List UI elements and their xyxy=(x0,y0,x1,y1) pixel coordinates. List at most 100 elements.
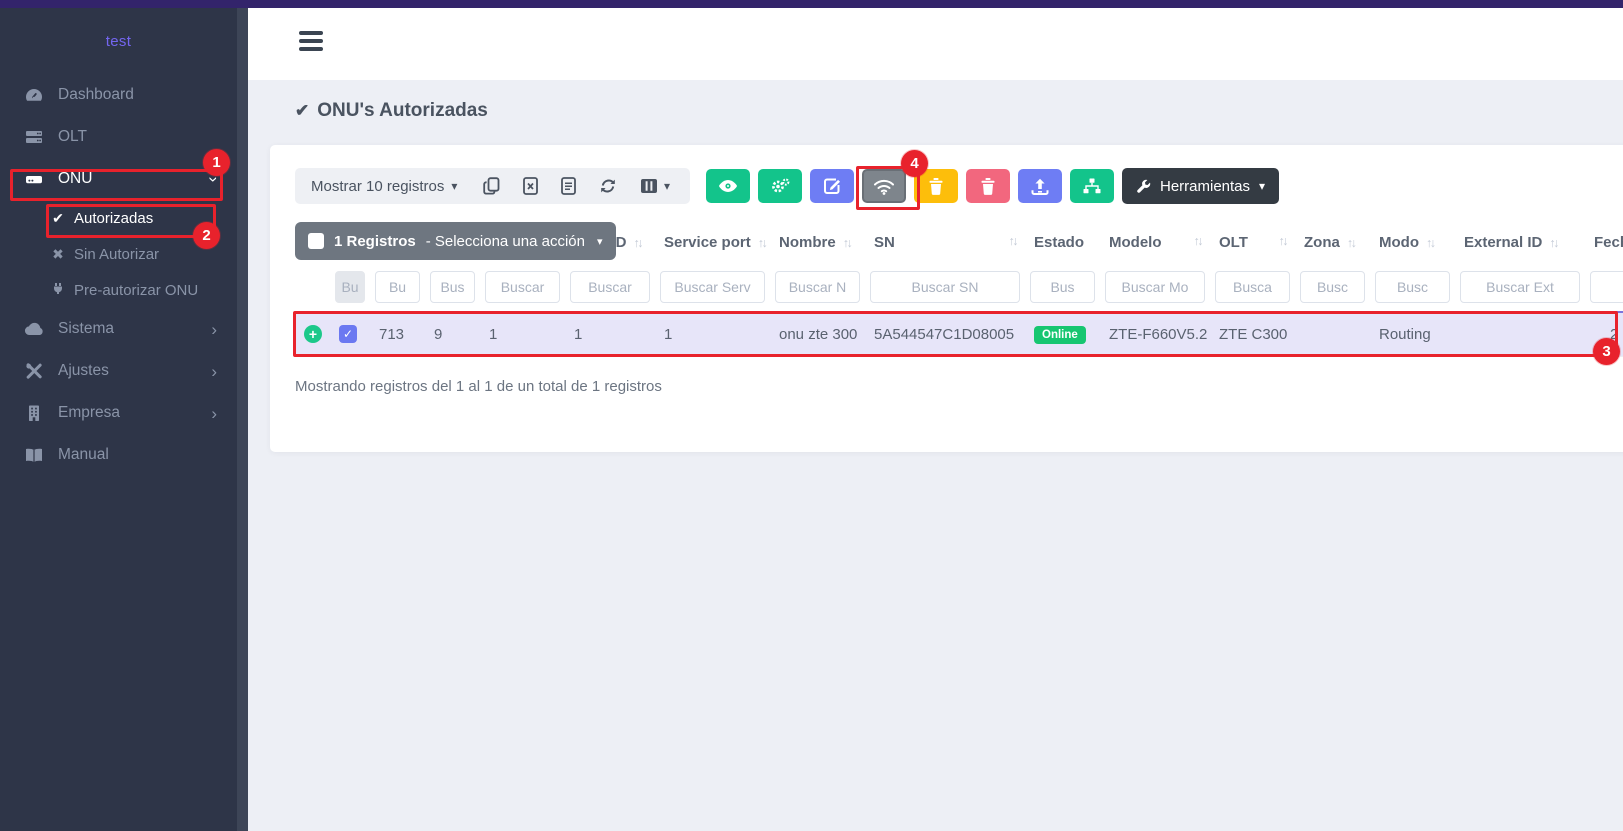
cell-estado: Online xyxy=(1025,312,1100,356)
cell-col3: 1 xyxy=(480,312,565,356)
sidebar-item-label: Sin Autorizar xyxy=(74,246,159,263)
edit-button[interactable] xyxy=(810,169,854,203)
export-excel-button[interactable] xyxy=(519,175,542,197)
copy-button[interactable] xyxy=(479,175,504,197)
sidebar-item-dashboard[interactable]: Dashboard xyxy=(0,74,237,116)
upload-button[interactable] xyxy=(1018,169,1062,203)
sidebar-item-olt[interactable]: OLT xyxy=(0,116,237,158)
tools-icon xyxy=(24,363,44,379)
wrench-icon xyxy=(1136,179,1151,194)
filter-input-modo[interactable] xyxy=(1375,271,1450,303)
sidebar: test Dashboard OLT ONU › ✔ Autorizadas ✖… xyxy=(0,8,237,831)
sidebar-item-label: Manual xyxy=(58,446,109,464)
topbar-accent-strip xyxy=(0,0,1623,8)
sidebar-item-manual[interactable]: Manual xyxy=(0,434,237,476)
cloud-icon xyxy=(24,322,44,336)
cell-onu-id: 1 xyxy=(565,312,655,356)
select-all-checkbox[interactable] xyxy=(308,233,324,249)
cell-modo: Routing xyxy=(1370,312,1455,356)
col-header-sn[interactable]: SN↑↓ xyxy=(865,222,1025,262)
col-header-estado[interactable]: Estado xyxy=(1025,222,1100,262)
sidebar-item-label: Ajustes xyxy=(58,362,109,380)
sidebar-item-label: OLT xyxy=(58,128,87,146)
chevron-right-icon: › xyxy=(211,321,217,338)
check-icon: ✔ xyxy=(50,210,66,227)
filter-input-nombre[interactable] xyxy=(775,271,860,303)
selection-action-dropdown[interactable]: 1 Registros - Selecciona una acción ▾ xyxy=(295,222,616,260)
file-text-icon xyxy=(561,177,576,195)
refresh-button[interactable] xyxy=(595,175,621,197)
filter-input-fecha[interactable] xyxy=(1590,271,1623,303)
filter-input-external-id[interactable] xyxy=(1460,271,1580,303)
filter-input-2[interactable] xyxy=(430,271,475,303)
row-checkbox[interactable]: ✓ xyxy=(339,325,357,343)
page-title: ✔ ONU's Autorizadas xyxy=(295,100,488,122)
delete-button[interactable] xyxy=(966,169,1010,203)
tools-dropdown-button[interactable]: Herramientas ▾ xyxy=(1122,168,1279,204)
settings-button[interactable] xyxy=(758,169,802,203)
columns-icon xyxy=(640,178,658,194)
brand-logo[interactable]: test xyxy=(0,8,237,74)
wifi-button[interactable] xyxy=(862,169,906,203)
soft-delete-button[interactable] xyxy=(914,169,958,203)
col-header-service-port[interactable]: Service port↑↓ xyxy=(655,222,770,262)
export-file-button[interactable] xyxy=(557,175,580,197)
col-header-zona[interactable]: Zona↑↓ xyxy=(1295,222,1370,262)
caret-down-icon: ▾ xyxy=(1259,180,1265,192)
sidebar-item-ajustes[interactable]: Ajustes › xyxy=(0,350,237,392)
col-header-modo[interactable]: Modo↑↓ xyxy=(1370,222,1455,262)
sidebar-item-onu[interactable]: ONU › xyxy=(0,158,237,200)
sidebar-item-empresa[interactable]: Empresa › xyxy=(0,392,237,434)
filter-input-sn[interactable] xyxy=(870,271,1020,303)
sidebar-item-sin-autorizar[interactable]: ✖ Sin Autorizar xyxy=(0,236,237,272)
menu-toggle-icon[interactable] xyxy=(299,31,325,57)
show-records-dropdown[interactable]: Mostrar 10 registros ▾ xyxy=(311,178,457,195)
cell-zona xyxy=(1295,312,1370,356)
view-button[interactable] xyxy=(706,169,750,203)
filter-input-modelo[interactable] xyxy=(1105,271,1205,303)
sidebar-item-sistema[interactable]: Sistema › xyxy=(0,308,237,350)
filter-input-service-port[interactable] xyxy=(660,271,765,303)
sidebar-item-label: Dashboard xyxy=(58,86,134,104)
selection-count: 1 Registros xyxy=(334,233,416,250)
edit-icon xyxy=(823,177,841,195)
filter-input-1[interactable] xyxy=(375,271,420,303)
table-row[interactable]: + ✓ 713 9 1 1 1 onu zte 300 5A544547C1D0… xyxy=(295,312,1623,356)
filter-input-zona[interactable] xyxy=(1300,271,1365,303)
expand-row-icon[interactable]: + xyxy=(304,325,322,343)
caret-down-icon: ▾ xyxy=(451,180,457,192)
sort-icon: ↑↓ xyxy=(1009,234,1017,248)
sidebar-item-autorizadas[interactable]: ✔ Autorizadas xyxy=(0,200,237,236)
filter-input-3[interactable] xyxy=(485,271,560,303)
eye-icon xyxy=(718,178,738,194)
hdd-icon xyxy=(24,171,44,187)
sidebar-item-pre-autorizar[interactable]: Pre-autorizar ONU xyxy=(0,272,237,308)
filter-input-estado[interactable] xyxy=(1030,271,1095,303)
cell-sn: 5A544547C1D08005 xyxy=(865,312,1025,356)
chevron-down-icon: › xyxy=(206,176,223,182)
records-summary: Mostrando registros del 1 al 1 de un tot… xyxy=(295,378,662,395)
col-header-nombre[interactable]: Nombre↑↓ xyxy=(770,222,865,262)
refresh-icon xyxy=(599,177,617,195)
col-header-olt[interactable]: OLT↑↓ xyxy=(1210,222,1295,262)
sidebar-item-label: Sistema xyxy=(58,320,114,338)
col-header-external-id[interactable]: External ID↑↓ xyxy=(1455,222,1585,262)
cell-service-port: 1 xyxy=(655,312,770,356)
cell-olt: ZTE C300 xyxy=(1210,312,1295,356)
copy-icon xyxy=(483,177,500,195)
status-badge: Online xyxy=(1034,326,1086,344)
sidebar-edge-strip xyxy=(237,8,248,831)
col-header-fecha[interactable]: Fecha xyxy=(1585,222,1623,262)
columns-visibility-button[interactable]: ▾ xyxy=(636,176,674,196)
table-toolbar: Mostrar 10 registros ▾ xyxy=(295,168,1279,204)
col-header-modelo[interactable]: Modelo↑↓ xyxy=(1100,222,1210,262)
cell-col2: 9 xyxy=(425,312,480,356)
sitemap-button[interactable] xyxy=(1070,169,1114,203)
filter-input-onu-id[interactable] xyxy=(570,271,650,303)
cell-modelo: ZTE-F660V5.2 xyxy=(1100,312,1210,356)
filter-input-olt[interactable] xyxy=(1215,271,1290,303)
trash-icon xyxy=(929,178,943,195)
toolbar-left-group: Mostrar 10 registros ▾ xyxy=(295,168,690,204)
caret-down-icon: ▾ xyxy=(597,235,603,248)
wifi-icon xyxy=(873,178,895,195)
